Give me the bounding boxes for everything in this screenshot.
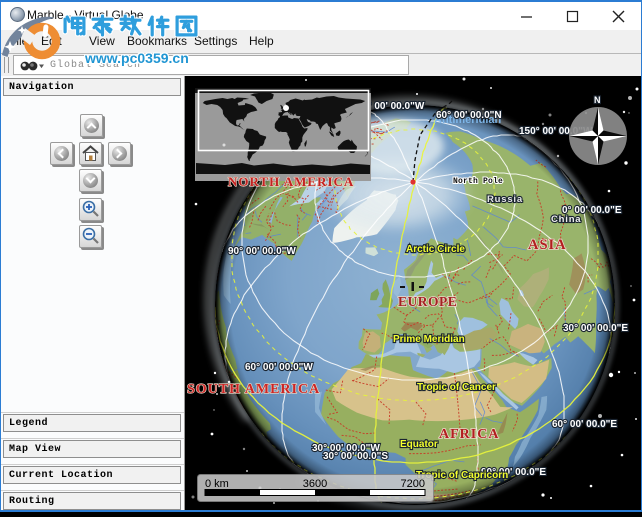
svg-text:60° 00' 00.0"N: 60° 00' 00.0"N (436, 110, 502, 121)
svg-text:Russia: Russia (487, 194, 523, 205)
svg-text:Prime Meridian: Prime Meridian (393, 334, 465, 345)
svg-text:NORTH AMERICA: NORTH AMERICA (228, 174, 354, 189)
svg-text:N: N (594, 95, 601, 105)
svg-text:EUROPE: EUROPE (398, 294, 457, 309)
svg-text:Tropic of Cancer: Tropic of Cancer (417, 382, 496, 393)
svg-text:30° 00' 00.0"S: 30° 00' 00.0"S (323, 451, 388, 462)
svg-text:0° 00' 00.0"W: 0° 00' 00.0"W (362, 101, 425, 112)
svg-text:SOUTH AMERICA: SOUTH AMERICA (187, 382, 320, 397)
svg-text:90° 00' 00.0"W: 90° 00' 00.0"W (228, 246, 296, 257)
svg-text:60° 00' 00.0"E: 60° 00' 00.0"E (552, 419, 617, 430)
svg-text:China: China (551, 214, 581, 225)
svg-text:0 km: 0 km (205, 478, 229, 490)
svg-text:7200: 7200 (401, 478, 425, 490)
svg-text:Arctic Circle: Arctic Circle (406, 244, 465, 255)
svg-text:Equator: Equator (400, 439, 438, 450)
svg-text:3600: 3600 (303, 478, 327, 490)
svg-text:ASIA: ASIA (528, 237, 567, 253)
svg-text:North Pole: North Pole (453, 177, 503, 186)
svg-text:60° 00' 00.0"W: 60° 00' 00.0"W (245, 362, 313, 373)
svg-text:AFRICA: AFRICA (439, 427, 499, 442)
svg-text:30° 00' 00.0"E: 30° 00' 00.0"E (563, 323, 628, 334)
